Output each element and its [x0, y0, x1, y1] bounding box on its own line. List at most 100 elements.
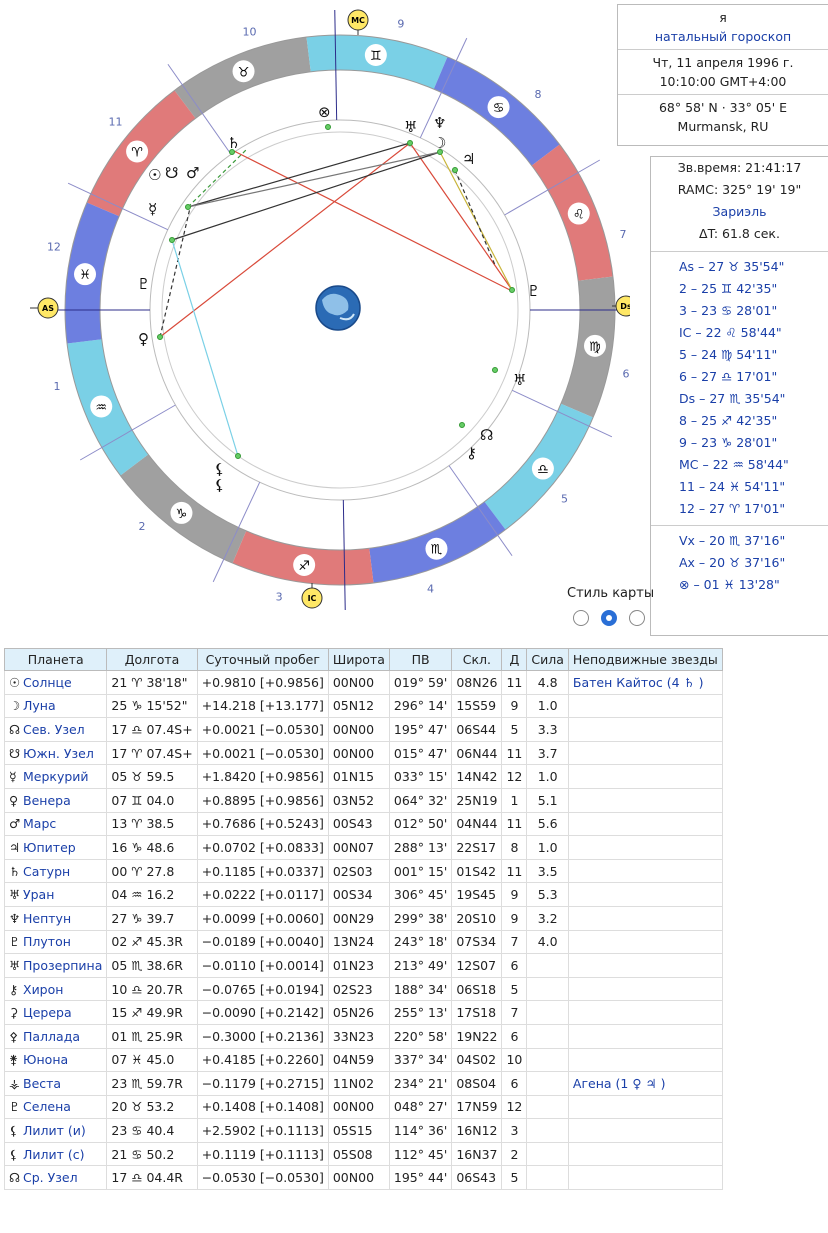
table-row: ⚶ Веста 23 ♏ 59.7R −0.1179 [+0.2715] 11N02 23…	[3, 1071, 723, 1096]
planet-icon: ♄	[9, 863, 21, 879]
table-cell	[567, 1047, 723, 1073]
planet-name-cell[interactable]: ♂ Марс	[3, 811, 108, 837]
sign-glyph: ♈	[131, 145, 143, 160]
chart-style-radio-1[interactable]	[573, 610, 589, 626]
table-cell: 19S45	[451, 882, 503, 907]
table-cell	[567, 953, 723, 978]
table-cell: 33N23	[327, 1023, 390, 1049]
table-cell: 01S42	[451, 858, 503, 884]
planet-name-cell[interactable]: ⚳ Церера	[3, 1000, 108, 1025]
planet-name: Прозерпина	[23, 957, 103, 973]
chart-pluto-glyph: ♇	[527, 282, 540, 300]
planet-name-cell[interactable]: ☿ Меркурий	[3, 764, 108, 789]
table-cell: 033° 15'	[388, 764, 453, 789]
table-cell: 2	[501, 1141, 528, 1167]
birth-coords: 68° 58' N · 33° 05' E	[658, 100, 788, 115]
planet-name: Нептун	[23, 910, 72, 926]
chart-style-radio-3[interactable]	[629, 610, 645, 626]
planet-name-cell[interactable]: ⚶ Веста	[3, 1071, 108, 1096]
column-header[interactable]: Д	[501, 648, 528, 671]
table-cell	[567, 693, 723, 719]
table-cell: 1.0	[526, 764, 569, 789]
planet-name-cell[interactable]: ♆ Нептун	[3, 905, 108, 931]
column-header[interactable]: Планета	[3, 648, 108, 671]
planet-name-cell[interactable]: ⚴ Паллада	[3, 1023, 108, 1049]
house-number: 1	[53, 380, 60, 393]
chart-type-link[interactable]: натальный гороскоп	[620, 27, 826, 46]
planet-name-cell[interactable]: ☽ Луна	[3, 693, 108, 719]
planet-name-cell[interactable]: ♅ Прозерпина	[3, 953, 108, 978]
table-body: ☉ Солнце 21 ♈ 38'18" +0.9810 [+0.9856] 00N00…	[3, 670, 723, 1191]
house-number: 7	[620, 228, 627, 241]
planet-name-cell[interactable]: ♃ Юпитер	[3, 835, 108, 860]
table-cell: 17N59	[451, 1094, 503, 1120]
sign-glyph: ♊	[370, 49, 382, 64]
table-cell: 05 ♏ 38.6R	[106, 953, 198, 978]
table-cell: 06S43	[451, 1165, 503, 1191]
table-cell: 243° 18'	[388, 929, 453, 955]
cusp-item: 8 – 25 ♐ 42'35"	[679, 413, 778, 428]
table-cell[interactable]: Агена (1 ♀ ♃ )	[567, 1071, 723, 1096]
planet-name-cell[interactable]: ⚸ Лилит (с)	[3, 1141, 108, 1167]
planet-name-cell[interactable]: ⚵ Юнона	[3, 1047, 108, 1073]
ds-marker: Ds	[620, 302, 630, 311]
table-cell: 00S34	[327, 882, 390, 907]
table-cell: 5	[501, 717, 528, 742]
planet-name: Меркурий	[23, 769, 89, 785]
column-header[interactable]: Долгота	[106, 648, 198, 671]
table-cell	[526, 1023, 569, 1049]
cusp-item: 5 – 24 ♍ 54'11"	[679, 347, 778, 362]
table-cell: 5	[501, 1165, 528, 1191]
planet-name-cell[interactable]: ♇ Плутон	[3, 929, 108, 955]
planet-icon: ☋	[9, 745, 21, 761]
planet-name: Луна	[23, 698, 56, 714]
planet-name-cell[interactable]: ♄ Сатурн	[3, 858, 108, 884]
planet-name-cell[interactable]: ♇ Селена	[3, 1094, 108, 1120]
table-cell: 195° 47'	[388, 717, 453, 742]
chart-chiron-glyph: ⚷	[466, 444, 477, 462]
planet-name-cell[interactable]: ♅ Уран	[3, 882, 108, 907]
table-cell: −0.1179 [+0.2715]	[196, 1071, 329, 1096]
table-cell: −0.0110 [+0.0014]	[196, 953, 329, 978]
planet-icon: ♀	[9, 792, 19, 808]
table-cell: 05S08	[327, 1141, 390, 1167]
planet-name-cell[interactable]: ☋ Южн. Узел	[3, 740, 108, 766]
cusp-item: 2 – 25 ♊ 42'35"	[679, 281, 778, 296]
column-header[interactable]: Скл.	[451, 648, 503, 671]
column-header[interactable]: Широта	[327, 648, 390, 671]
column-header[interactable]: Неподвижные звезды	[567, 648, 723, 671]
sign-glyph: ♐	[298, 559, 310, 574]
table-cell: 234° 21'	[388, 1071, 453, 1096]
table-cell: 13N24	[327, 929, 390, 955]
ic-marker: IC	[308, 594, 317, 603]
planet-name-cell[interactable]: ♀ Венера	[3, 787, 108, 813]
planet-name-cell[interactable]: ⚷ Хирон	[3, 976, 108, 1002]
table-cell	[567, 882, 723, 907]
planet-name-cell[interactable]: ☊ Ср. Узел	[3, 1165, 108, 1191]
planet-name-cell[interactable]: ⚸ Лилит (и)	[3, 1118, 108, 1143]
chart-saturn-glyph: ♄	[227, 134, 240, 152]
table-cell: 01 ♏ 25.9R	[106, 1023, 198, 1049]
table-cell: 08S04	[451, 1071, 503, 1096]
mc-marker: MC	[351, 16, 365, 25]
table-cell: 11	[501, 670, 528, 695]
table-cell	[567, 835, 723, 860]
table-row: ☊ Сев. Узел 17 ♎ 07.4S+ +0.0021 [−0.0530] 00…	[3, 717, 723, 742]
column-header[interactable]: ПВ	[388, 648, 453, 671]
table-cell	[567, 717, 723, 742]
column-header[interactable]: Сила	[526, 648, 569, 671]
table-cell: 15 ♐ 49.9R	[106, 1000, 198, 1025]
table-cell: 23 ♋ 40.4	[106, 1118, 198, 1143]
table-cell: 16 ♑ 48.6	[106, 835, 198, 860]
planet-name-cell[interactable]: ☊ Сев. Узел	[3, 717, 108, 742]
chart-style-radio-2[interactable]	[601, 610, 617, 626]
table-cell: 5.6	[526, 811, 569, 837]
planet-name-cell[interactable]: ☉ Солнце	[3, 670, 108, 695]
house-system-link[interactable]: Зариэль	[651, 201, 828, 223]
table-cell: +1.8420 [+0.9856]	[196, 764, 329, 789]
column-header[interactable]: Суточный пробег	[196, 648, 329, 671]
table-cell	[567, 905, 723, 931]
table-cell: 03N52	[327, 787, 390, 813]
table-cell[interactable]: Батен Кайтос (4 ♄ )	[567, 670, 723, 695]
planet-icon: ♂	[9, 816, 21, 832]
